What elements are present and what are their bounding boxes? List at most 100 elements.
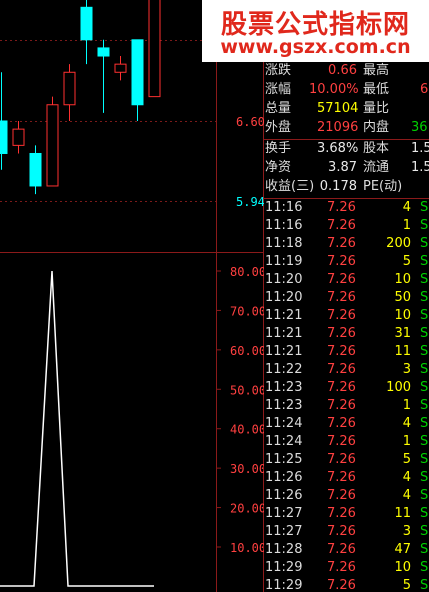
quote-row-change: 涨跌 0.66 最高 <box>263 62 429 80</box>
tick-price: 7.26 <box>327 254 356 269</box>
tick-price: 7.26 <box>327 326 356 341</box>
tick-volume: 5 <box>402 254 411 269</box>
tick-time: 11:24 <box>265 434 303 449</box>
candle-body <box>0 120 8 154</box>
tick-side: S <box>420 470 429 485</box>
volume-axis: 80.00 70.00 60.00 50.00 40.00 30.00 20.00 10.00 <box>216 265 264 555</box>
watermark: 股票公式指标网 www.gszx.com.cn <box>202 0 429 62</box>
candle-body <box>63 71 76 106</box>
tick-row: 11:29 7.26 10 S <box>263 559 429 577</box>
volume-axis-label: 70.00 <box>230 304 264 318</box>
tick-row: 11:20 7.26 10 S <box>263 271 429 289</box>
label: 内盘 <box>363 120 390 135</box>
tick-row: 11:20 7.26 50 S <box>263 289 429 307</box>
price-axis-label: 6.60 <box>236 115 264 129</box>
label: 收益(三) <box>265 179 315 194</box>
label: 涨跌 <box>265 63 292 78</box>
value: 10.00% <box>309 82 359 97</box>
tick-row: 11:24 7.26 4 S <box>263 415 429 433</box>
tick-side: S <box>420 254 429 269</box>
tick-price: 7.26 <box>327 398 356 413</box>
candle-body <box>148 0 161 98</box>
value: 36 <box>411 120 428 135</box>
tick-side: S <box>420 344 429 359</box>
candle-body <box>97 47 110 57</box>
tick-volume: 1 <box>402 218 411 233</box>
tick-side: S <box>420 380 429 395</box>
value: 21096 <box>317 120 359 135</box>
tick-row: 11:26 7.26 4 S <box>263 487 429 505</box>
volume-axis-label: 60.00 <box>230 344 264 358</box>
tick-volume: 200 <box>386 236 411 251</box>
tick-price: 7.26 <box>327 290 356 305</box>
tick-time: 11:29 <box>265 560 303 575</box>
value: 0.178 <box>319 179 357 194</box>
tick-volume: 47 <box>394 542 411 557</box>
tick-side: S <box>420 290 429 305</box>
tick-side: S <box>420 452 429 467</box>
tick-row: 11:21 7.26 11 S <box>263 343 429 361</box>
tick-volume: 3 <box>402 362 411 377</box>
label: 外盘 <box>265 120 292 135</box>
tick-price: 7.26 <box>327 272 356 287</box>
tick-row: 11:25 7.26 5 S <box>263 451 429 469</box>
stock-terminal: 6.60 5.94 80.00 70.00 60.00 50.00 40.00 30.00… <box>0 0 429 592</box>
tick-time: 11:18 <box>265 236 303 251</box>
tick-time: 11:19 <box>265 254 303 269</box>
label: PE(动) <box>363 179 403 194</box>
tick-time: 11:21 <box>265 326 303 341</box>
tick-time: 11:21 <box>265 308 303 323</box>
tick-volume: 11 <box>394 506 411 521</box>
tick-time: 11:23 <box>265 380 303 395</box>
tick-volume: 5 <box>402 578 411 592</box>
tick-price: 7.26 <box>327 470 356 485</box>
tick-price: 7.26 <box>327 362 356 377</box>
tick-price: 7.26 <box>327 578 356 592</box>
tick-time: 11:29 <box>265 578 303 592</box>
tick-volume: 4 <box>402 470 411 485</box>
volume-axis-label: 10.00 <box>230 541 264 555</box>
tick-side: S <box>420 524 429 539</box>
quote-row-outer: 外盘 21096 内盘 36 <box>263 119 429 137</box>
tick-volume: 4 <box>402 488 411 503</box>
tick-price: 7.26 <box>327 416 356 431</box>
volume-axis-label: 20.00 <box>230 502 264 516</box>
tick-row: 11:16 7.26 1 S <box>263 217 429 235</box>
tick-side: S <box>420 488 429 503</box>
value: 3.68% <box>317 141 359 156</box>
tick-time: 11:27 <box>265 524 303 539</box>
watermark-url: www.gszx.com.cn <box>220 36 411 58</box>
tick-side: S <box>420 416 429 431</box>
tick-time: 11:23 <box>265 398 303 413</box>
tick-side: S <box>420 542 429 557</box>
chart-area: 6.60 5.94 80.00 70.00 60.00 50.00 40.00 30.00… <box>0 0 264 592</box>
tick-time: 11:27 <box>265 506 303 521</box>
tick-list[interactable]: 11:16 7.26 4 S 11:16 7.26 1 S 11:18 7.26 200 S 11:19… <box>263 199 429 592</box>
tick-row: 11:22 7.26 3 S <box>263 361 429 379</box>
tick-row: 11:27 7.26 3 S <box>263 523 429 541</box>
tick-side: S <box>420 308 429 323</box>
tick-row: 11:26 7.26 4 S <box>263 469 429 487</box>
tick-side: S <box>420 200 429 215</box>
quote-row-pct: 涨幅 10.00% 最低 6 <box>263 81 429 99</box>
tick-volume: 3 <box>402 524 411 539</box>
tick-price: 7.26 <box>327 200 356 215</box>
candle-body <box>12 128 25 146</box>
quote-row-netasset: 净资 3.87 流通 1.5 <box>263 159 429 177</box>
label: 换手 <box>265 141 292 156</box>
tick-side: S <box>420 326 429 341</box>
tick-time: 11:26 <box>265 470 303 485</box>
label: 总量 <box>265 101 292 116</box>
tick-time: 11:26 <box>265 488 303 503</box>
tick-volume: 50 <box>394 290 411 305</box>
tick-row: 11:18 7.26 200 S <box>263 235 429 253</box>
candle-body <box>114 63 127 73</box>
value: 1.5 <box>411 141 429 156</box>
tick-volume: 5 <box>402 452 411 467</box>
value: 3.87 <box>328 160 357 175</box>
tick-side: S <box>420 506 429 521</box>
tick-side: S <box>420 578 429 592</box>
tick-time: 11:20 <box>265 290 303 305</box>
tick-price: 7.26 <box>327 542 356 557</box>
label: 最低 <box>363 82 390 97</box>
